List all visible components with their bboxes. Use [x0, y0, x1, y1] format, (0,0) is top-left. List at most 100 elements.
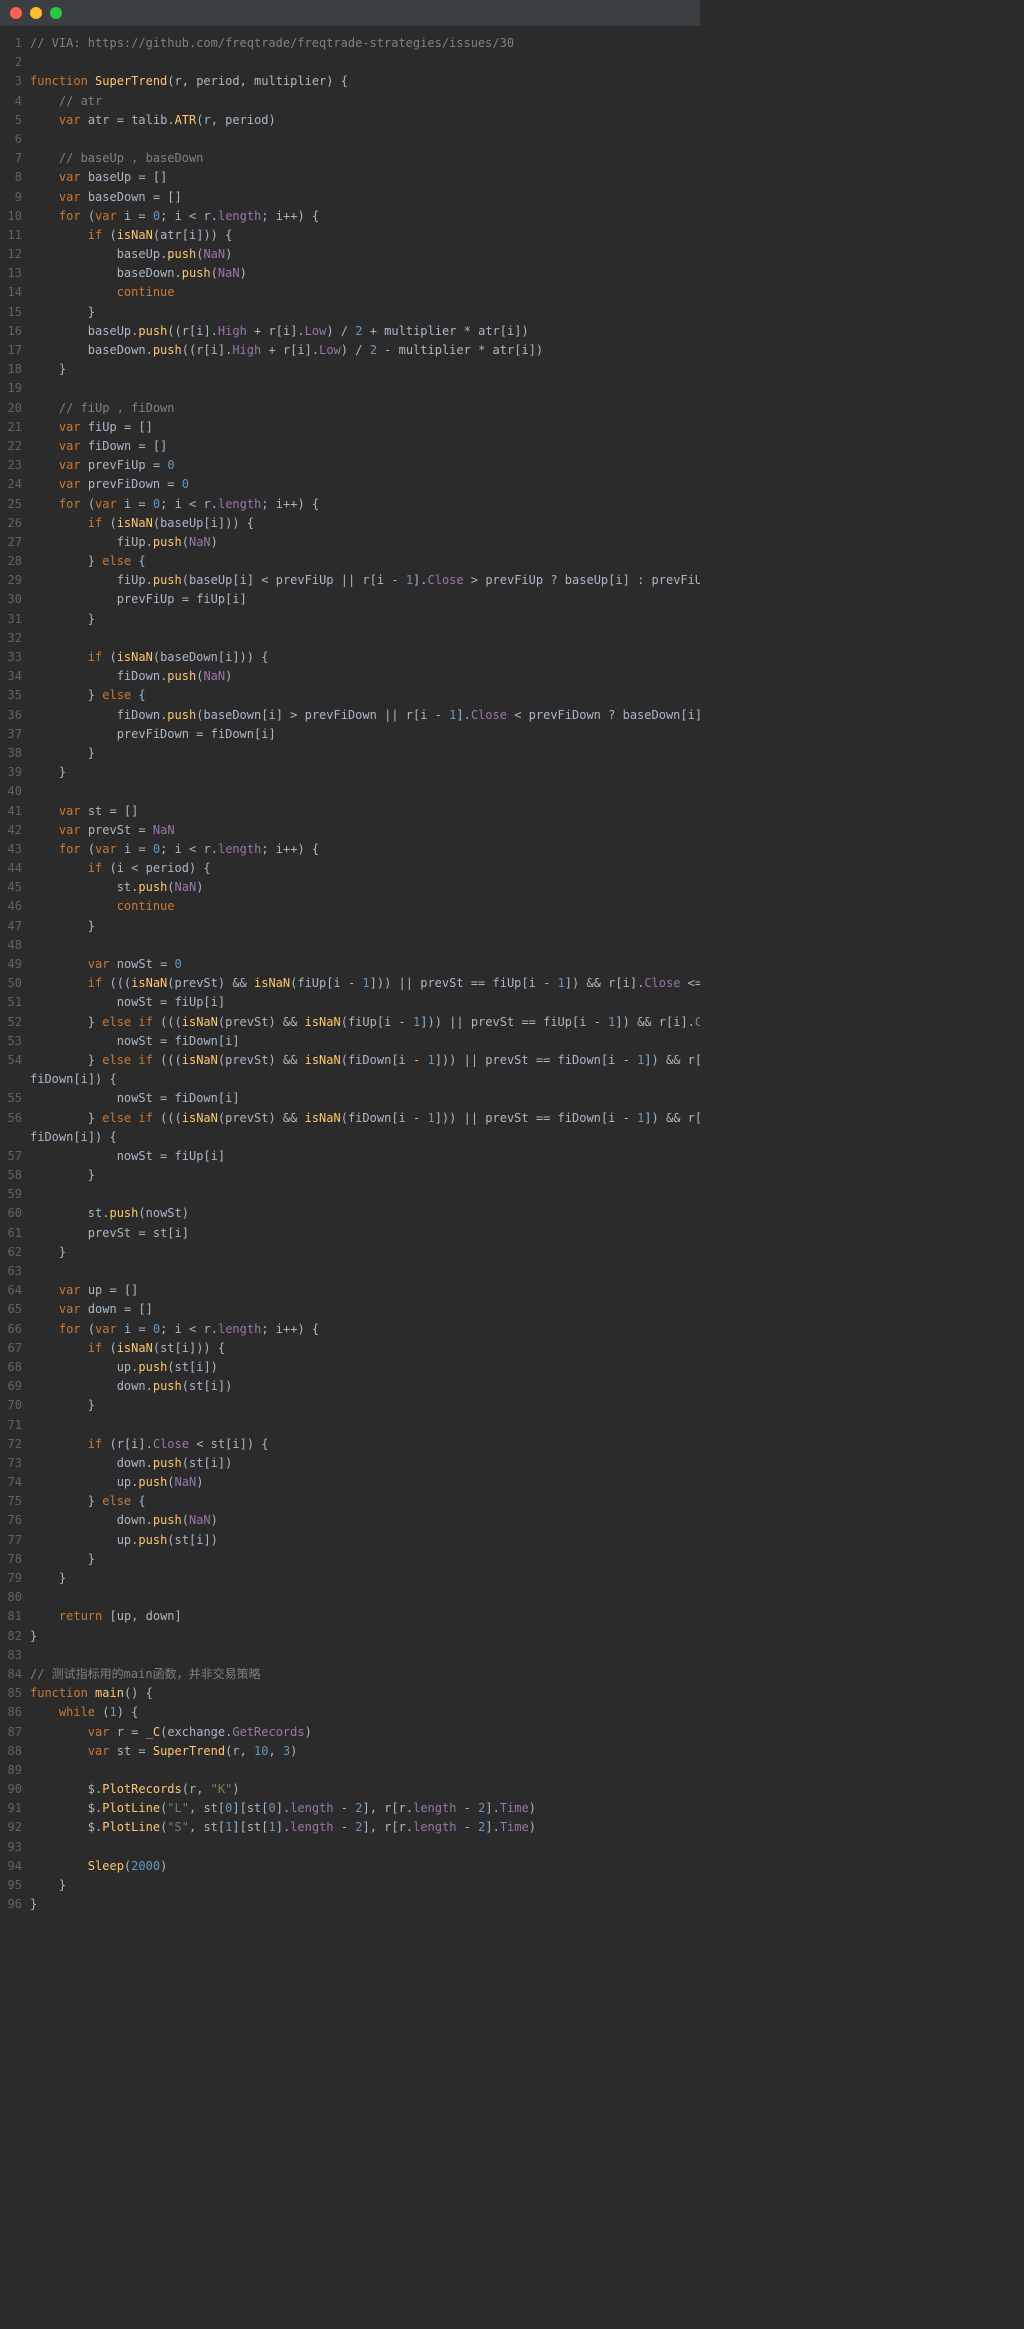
code-content[interactable]: // VIA: https://github.com/freqtrade/fre…	[30, 34, 700, 1914]
line-number: 55	[0, 1089, 22, 1108]
line-number: 17	[0, 341, 22, 360]
code-line: var atr = talib.ATR(r, period)	[30, 111, 690, 130]
close-icon[interactable]	[10, 7, 22, 19]
code-line	[30, 782, 690, 801]
line-number: 39	[0, 763, 22, 782]
line-number: 14	[0, 283, 22, 302]
code-line: up.push(st[i])	[30, 1531, 690, 1550]
line-number: 16	[0, 322, 22, 341]
line-number: 73	[0, 1454, 22, 1473]
line-number: 88	[0, 1742, 22, 1761]
line-number: 5	[0, 111, 22, 130]
code-line: if (r[i].Close < st[i]) {	[30, 1435, 690, 1454]
code-line: up.push(NaN)	[30, 1473, 690, 1492]
line-number: 13	[0, 264, 22, 283]
line-number: 77	[0, 1531, 22, 1550]
line-number: 31	[0, 610, 22, 629]
code-line: var baseDown = []	[30, 188, 690, 207]
line-number: 22	[0, 437, 22, 456]
code-line: var st = SuperTrend(r, 10, 3)	[30, 1742, 690, 1761]
line-number: 42	[0, 821, 22, 840]
code-line: fiUp.push(baseUp[i] < prevFiUp || r[i - …	[30, 571, 690, 590]
line-number: 30	[0, 590, 22, 609]
code-line	[30, 1761, 690, 1780]
line-number: 36	[0, 706, 22, 725]
line-number: 89	[0, 1761, 22, 1780]
line-number: 61	[0, 1224, 22, 1243]
code-line: }	[30, 1166, 690, 1185]
code-line: }	[30, 763, 690, 782]
code-line: }	[30, 1895, 690, 1914]
minimize-icon[interactable]	[30, 7, 42, 19]
code-line: st.push(NaN)	[30, 878, 690, 897]
code-line: var down = []	[30, 1300, 690, 1319]
code-line: var r = _C(exchange.GetRecords)	[30, 1723, 690, 1742]
line-number: 67	[0, 1339, 22, 1358]
line-number: 83	[0, 1646, 22, 1665]
code-line	[30, 629, 690, 648]
line-number: 20	[0, 399, 22, 418]
code-line: if (isNaN(baseUp[i])) {	[30, 514, 690, 533]
line-number: 56	[0, 1109, 22, 1128]
code-line: fiDown.push(NaN)	[30, 667, 690, 686]
code-line: var nowSt = 0	[30, 955, 690, 974]
code-line: }	[30, 360, 690, 379]
line-number: 12	[0, 245, 22, 264]
code-line: }	[30, 303, 690, 322]
line-number: 63	[0, 1262, 22, 1281]
line-number: 2	[0, 53, 22, 72]
line-number: 75	[0, 1492, 22, 1511]
line-number: 59	[0, 1185, 22, 1204]
code-line: // fiUp , fiDown	[30, 399, 690, 418]
code-line: } else {	[30, 1492, 690, 1511]
line-number: 35	[0, 686, 22, 705]
code-line: }	[30, 1876, 690, 1895]
line-number: 28	[0, 552, 22, 571]
code-line: baseUp.push((r[i].High + r[i].Low) / 2 +…	[30, 322, 690, 341]
code-line: nowSt = fiDown[i]	[30, 1089, 690, 1108]
code-line: for (var i = 0; i < r.length; i++) {	[30, 840, 690, 859]
code-line	[30, 1262, 690, 1281]
code-line: }	[30, 1550, 690, 1569]
line-number: 71	[0, 1416, 22, 1435]
line-number: 69	[0, 1377, 22, 1396]
code-line: down.push(NaN)	[30, 1511, 690, 1530]
code-line: } else {	[30, 552, 690, 571]
line-number: 9	[0, 188, 22, 207]
line-number: 74	[0, 1473, 22, 1492]
line-number: 34	[0, 667, 22, 686]
line-number: 11	[0, 226, 22, 245]
code-line: fiDown.push(baseDown[i] > prevFiDown || …	[30, 706, 690, 725]
line-number: 62	[0, 1243, 22, 1262]
line-number: 8	[0, 168, 22, 187]
code-line: }	[30, 1243, 690, 1262]
editor-area[interactable]: 1234567891011121314151617181920212223242…	[0, 26, 700, 1922]
line-gutter: 1234567891011121314151617181920212223242…	[0, 34, 30, 1914]
line-number: 70	[0, 1396, 22, 1415]
code-line: function SuperTrend(r, period, multiplie…	[30, 72, 690, 91]
code-line: var prevFiDown = 0	[30, 475, 690, 494]
line-number: 45	[0, 878, 22, 897]
line-number	[0, 1070, 22, 1089]
code-line: continue	[30, 283, 690, 302]
code-line: for (var i = 0; i < r.length; i++) {	[30, 207, 690, 226]
code-line: // VIA: https://github.com/freqtrade/fre…	[30, 34, 690, 53]
code-line: // baseUp , baseDown	[30, 149, 690, 168]
line-number: 37	[0, 725, 22, 744]
code-line: prevFiUp = fiUp[i]	[30, 590, 690, 609]
line-number: 79	[0, 1569, 22, 1588]
line-number: 33	[0, 648, 22, 667]
code-line	[30, 1185, 690, 1204]
line-number: 44	[0, 859, 22, 878]
code-line: $.PlotRecords(r, "K")	[30, 1780, 690, 1799]
line-number: 26	[0, 514, 22, 533]
line-number: 50	[0, 974, 22, 993]
editor-window: 1234567891011121314151617181920212223242…	[0, 0, 700, 1922]
line-number: 87	[0, 1723, 22, 1742]
line-number: 48	[0, 936, 22, 955]
line-number: 72	[0, 1435, 22, 1454]
line-number: 66	[0, 1320, 22, 1339]
line-number: 19	[0, 379, 22, 398]
zoom-icon[interactable]	[50, 7, 62, 19]
code-line: }	[30, 1396, 690, 1415]
